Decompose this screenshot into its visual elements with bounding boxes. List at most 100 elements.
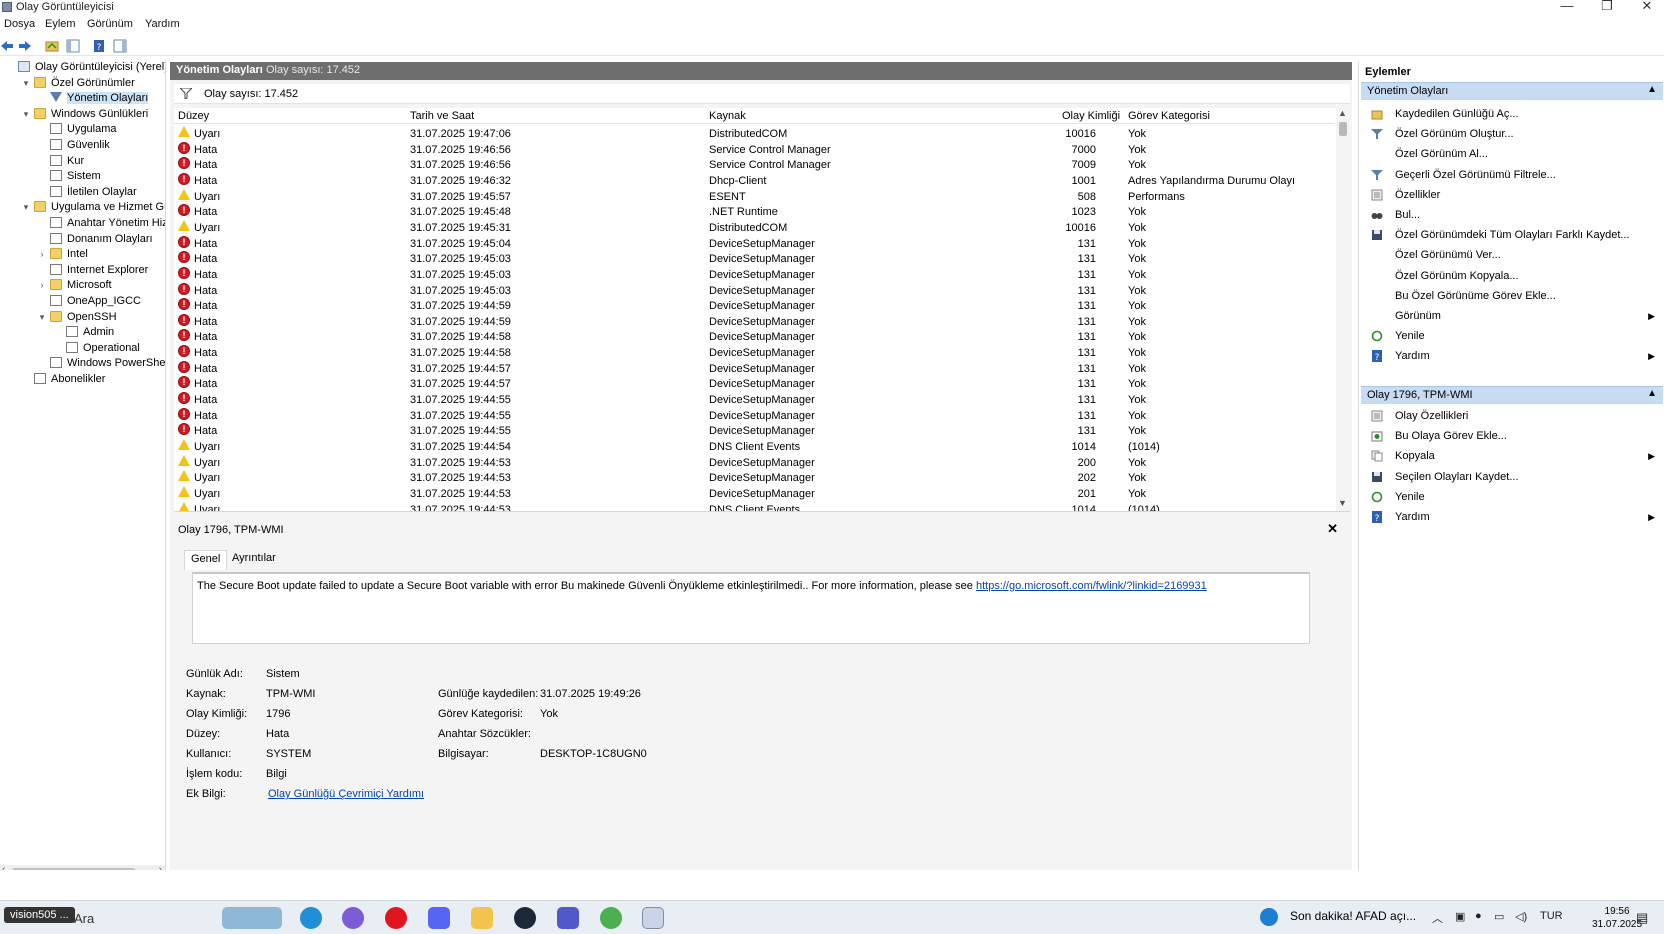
tree-node[interactable]: ▾ OpenSSH: [40, 310, 117, 325]
volume-icon[interactable]: ◁): [1515, 910, 1527, 923]
tab-general[interactable]: Genel: [184, 550, 228, 570]
news-ticker[interactable]: Son dakika! AFAD açı...: [1290, 909, 1416, 923]
column-header-source[interactable]: Kaynak: [709, 110, 746, 122]
action-item[interactable]: Özel Görünüm Al...: [1367, 146, 1661, 162]
expand-chevron-icon[interactable]: ▾: [20, 76, 32, 91]
action-item[interactable]: Yenile: [1367, 328, 1661, 344]
table-row[interactable]: Uyarı 31.07.2025 19:44:53 DeviceSetupManag…: [174, 485, 1334, 502]
action-item[interactable]: Yenile: [1367, 489, 1661, 505]
tree-node[interactable]: Uygulama: [50, 122, 117, 137]
action-item[interactable]: Kopyala ▶: [1367, 448, 1661, 464]
online-help-link[interactable]: Olay Günlüğü Çevrimiçi Yardımı: [268, 788, 424, 800]
scroll-left-icon[interactable]: ‹: [2, 864, 5, 870]
event-message-box[interactable]: The Secure Boot update failed to update …: [192, 572, 1310, 644]
table-row[interactable]: ! Hata 31.07.2025 19:44:59 DeviceSetupManag…: [174, 313, 1334, 330]
column-header-level[interactable]: Düzey: [178, 110, 209, 122]
taskbar-clock[interactable]: 19:56 31.07.2025: [1592, 905, 1642, 931]
tree-node[interactable]: Windows PowerShell: [50, 356, 165, 371]
tree-node[interactable]: › Intel: [41, 247, 88, 262]
language-indicator[interactable]: TUR: [1540, 910, 1563, 922]
action-item[interactable]: Bul...: [1367, 207, 1661, 223]
expand-chevron-icon[interactable]: ▾: [20, 107, 32, 122]
action-item[interactable]: Bu Özel Görünüme Görev Ekle...: [1367, 288, 1661, 304]
action-item[interactable]: Geçerli Özel Görünümü Filtrele...: [1367, 167, 1661, 183]
tray-app-icon[interactable]: ▣: [1455, 910, 1465, 923]
show-hide-action-pane-icon[interactable]: [113, 39, 127, 53]
event-viewer-taskbar-icon[interactable]: [642, 907, 664, 929]
table-row[interactable]: ! Hata 31.07.2025 19:44:58 DeviceSetupManag…: [174, 329, 1334, 345]
collapse-icon[interactable]: ▲: [1647, 84, 1657, 95]
table-vertical-scrollbar[interactable]: ▲ ▼: [1336, 108, 1350, 511]
table-row[interactable]: ! Hata 31.07.2025 19:46:56 Service Control …: [174, 157, 1334, 173]
action-item[interactable]: Özellikler: [1367, 187, 1661, 203]
table-row[interactable]: Uyarı 31.07.2025 19:45:57 ESENT 508 Performa…: [174, 188, 1334, 205]
tab-details[interactable]: Ayrıntılar: [226, 550, 282, 570]
action-item[interactable]: Özel Görünümdeki Tüm Olayları Farklı Kay…: [1367, 227, 1661, 243]
tray-overflow-icon[interactable]: ︿: [1432, 910, 1443, 926]
tree-node[interactable]: › Microsoft: [41, 278, 112, 293]
table-row[interactable]: ! Hata 31.07.2025 19:45:04 DeviceSetupManag…: [174, 235, 1334, 252]
action-item[interactable]: Özel Görünüm Oluştur...: [1367, 126, 1661, 142]
minimize-button[interactable]: —: [1552, 0, 1582, 13]
action-item[interactable]: ? Yardım ▶: [1367, 509, 1661, 525]
show-hide-tree-icon[interactable]: [66, 39, 80, 53]
scrollbar-thumb[interactable]: [1339, 122, 1347, 136]
tree-node[interactable]: OneApp_IGCC: [50, 294, 141, 309]
action-item[interactable]: Bu Olaya Görev Ekle...: [1367, 428, 1661, 444]
microphone-icon[interactable]: ●: [1475, 910, 1482, 922]
table-row[interactable]: ! Hata 31.07.2025 19:45:03 DeviceSetupManag…: [174, 251, 1334, 267]
table-row[interactable]: ! Hata 31.07.2025 19:45:03 DeviceSetupManag…: [174, 266, 1334, 283]
action-item[interactable]: Olay Özellikleri: [1367, 408, 1661, 424]
close-icon[interactable]: ✕: [1327, 521, 1338, 537]
table-row[interactable]: ! Hata 31.07.2025 19:44:55 DeviceSetupManag…: [174, 392, 1334, 408]
expand-chevron-icon[interactable]: ›: [36, 247, 48, 262]
expand-chevron-icon[interactable]: ›: [36, 278, 48, 293]
tree-node[interactable]: ▾ Özel Görünümler: [24, 76, 135, 91]
table-row[interactable]: ! Hata 31.07.2025 19:44:59 DeviceSetupManag…: [174, 298, 1334, 314]
table-row[interactable]: ! Hata 31.07.2025 19:45:48 .NET Runtime 1023…: [174, 204, 1334, 220]
tree-node[interactable]: ▾ Windows Günlükleri: [24, 107, 148, 122]
tree-node[interactable]: Admin: [66, 325, 114, 340]
column-header-event-id[interactable]: Olay Kimliği: [1062, 110, 1120, 122]
table-row[interactable]: ! Hata 31.07.2025 19:44:58 DeviceSetupManag…: [174, 345, 1334, 361]
table-row[interactable]: Uyarı 31.07.2025 19:44:53 DeviceSetupManag…: [174, 470, 1334, 486]
table-row[interactable]: Uyarı 31.07.2025 19:44:53 DeviceSetupManag…: [174, 454, 1334, 471]
menu-help[interactable]: Yardım: [145, 18, 180, 30]
help-book-icon[interactable]: ?: [92, 39, 106, 53]
scrollbar-thumb[interactable]: [12, 868, 136, 870]
column-header-datetime[interactable]: Tarih ve Saat: [410, 110, 474, 122]
tree-node[interactable]: ▾Uygulama ve Hizmet Günlük: [24, 200, 165, 215]
forward-arrow-icon[interactable]: [18, 39, 32, 53]
tree-node[interactable]: Kur: [50, 154, 84, 169]
column-header-task-category[interactable]: Görev Kategorisi: [1128, 110, 1210, 122]
table-row[interactable]: Uyarı 31.07.2025 19:45:31 DistributedCOM 10…: [174, 219, 1334, 236]
tree-node[interactable]: Abonelikler: [34, 372, 105, 387]
notification-icon[interactable]: ▤: [1636, 910, 1648, 926]
action-item[interactable]: Görünüm ▶: [1367, 308, 1661, 324]
table-row[interactable]: ! Hata 31.07.2025 19:45:03 DeviceSetupManag…: [174, 282, 1334, 299]
tree-node[interactable]: Güvenlik: [50, 138, 110, 153]
expand-chevron-icon[interactable]: ▾: [20, 200, 32, 215]
actions-group-admin-events[interactable]: Yönetim Olayları ▲: [1361, 82, 1663, 100]
table-row[interactable]: Uyarı 31.07.2025 19:44:53 DNS Client Event…: [174, 501, 1334, 511]
tree-node[interactable]: Internet Explorer: [50, 263, 148, 278]
back-arrow-icon[interactable]: [0, 39, 14, 53]
table-row[interactable]: Uyarı 31.07.2025 19:44:54 DNS Client Event…: [174, 439, 1334, 455]
menu-action[interactable]: Eylem: [45, 18, 76, 30]
chrome-icon[interactable]: [600, 907, 622, 929]
scroll-down-icon[interactable]: ▼: [1338, 498, 1347, 508]
copilot-icon[interactable]: [342, 907, 364, 929]
table-row[interactable]: Uyarı 31.07.2025 19:47:06 DistributedCOM 10…: [174, 126, 1334, 142]
scroll-right-icon[interactable]: ›: [159, 864, 162, 870]
close-button[interactable]: ✕: [1632, 0, 1662, 14]
tree-node[interactable]: Olay Görüntüleyicisi (Yerel): [18, 60, 165, 75]
expand-chevron-icon[interactable]: ▾: [36, 310, 48, 325]
table-row[interactable]: ! Hata 31.07.2025 19:46:32 Dhcp-Client 1001 A…: [174, 172, 1334, 189]
search-highlight-image[interactable]: [222, 907, 282, 929]
taskbar-search[interactable]: vision505 ... Ara: [0, 905, 200, 931]
open-folder-icon[interactable]: [45, 39, 59, 53]
discord-icon[interactable]: [428, 907, 450, 929]
teams-icon[interactable]: [557, 907, 579, 929]
tree-node[interactable]: İletilen Olaylar: [50, 185, 137, 200]
restore-button[interactable]: ❐: [1592, 0, 1622, 14]
